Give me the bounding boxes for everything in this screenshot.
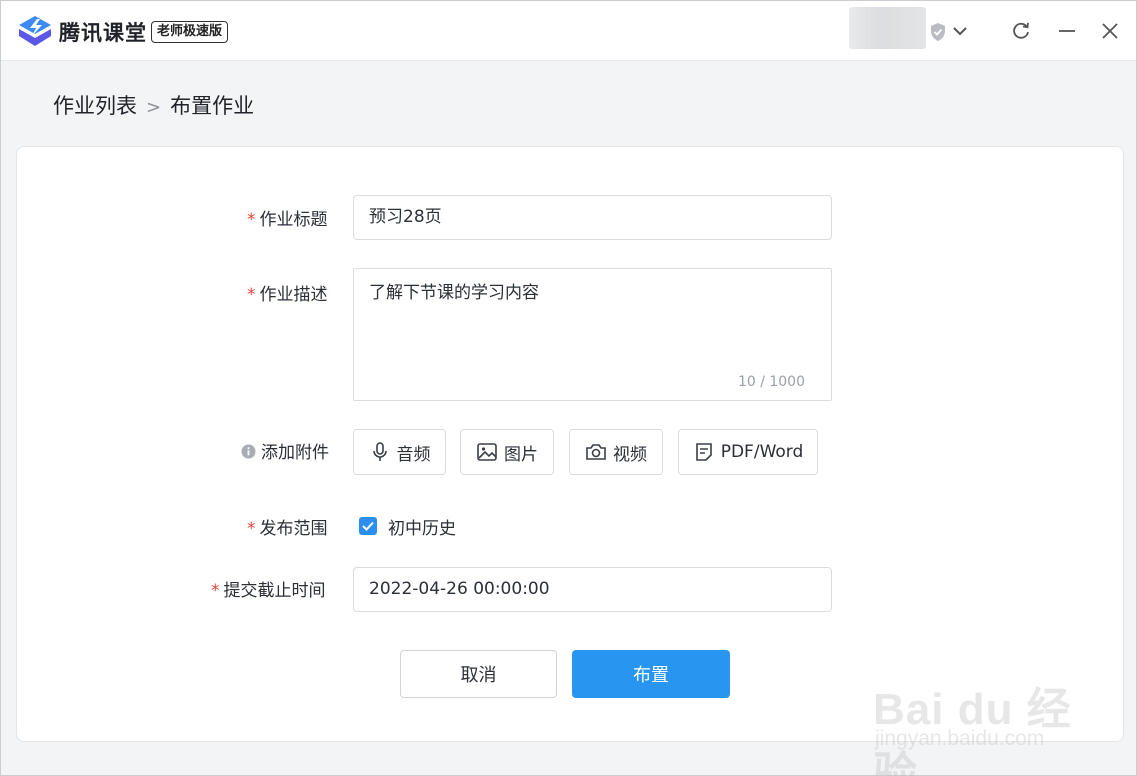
required-mark: * (211, 581, 220, 601)
title-bar: 腾讯课堂 老师极速版 (1, 1, 1136, 61)
title-label: * 作业标题 (247, 210, 328, 230)
breadcrumb-homework-list[interactable]: 作业列表 (53, 94, 137, 118)
required-mark: * (247, 210, 256, 230)
char-counter: 10 / 1000 (737, 374, 805, 390)
checkmark-icon (362, 521, 374, 531)
attachments-label: 添加附件 (241, 438, 329, 463)
close-icon[interactable] (1100, 21, 1120, 41)
homework-form-card: * 作业标题 预习28页 * 作业描述 了解下节课的学习内容 10 / 1000 添… (16, 146, 1124, 742)
cancel-button[interactable]: 取消 (400, 650, 557, 698)
tencent-classroom-logo-icon (19, 16, 51, 46)
scope-option-label[interactable]: 初中历史 (388, 514, 456, 539)
shield-icon (931, 23, 945, 41)
breadcrumb-current: 布置作业 (170, 94, 255, 118)
homework-title-input[interactable]: 预习28页 (353, 195, 832, 240)
edition-badge: 老师极速版 (151, 21, 229, 43)
scope-label: * 发布范围 (247, 519, 328, 539)
info-icon (241, 444, 256, 459)
app-window: 腾讯课堂 老师极速版 作业列表 > 布置作业 * 作业标题 预习28页 * 作业… (0, 0, 1137, 776)
required-mark: * (247, 285, 256, 305)
breadcrumb-separator: > (146, 97, 162, 118)
add-image-button[interactable]: 图片 (460, 429, 554, 475)
add-document-button[interactable]: PDF/Word (678, 429, 818, 475)
description-text: 了解下节课的学习内容 (369, 283, 539, 303)
required-mark: * (247, 519, 256, 539)
refresh-icon[interactable] (1011, 21, 1031, 41)
chevron-down-icon[interactable] (952, 24, 968, 38)
user-avatar[interactable] (849, 7, 926, 49)
homework-description-textarea[interactable]: 了解下节课的学习内容 10 / 1000 (353, 268, 832, 401)
breadcrumb: 作业列表 > 布置作业 (53, 90, 254, 120)
assign-button[interactable]: 布置 (572, 650, 730, 698)
image-icon (477, 443, 497, 461)
description-label: * 作业描述 (247, 285, 328, 305)
scope-checkbox[interactable] (359, 517, 377, 535)
microphone-icon (372, 442, 387, 461)
document-icon (695, 443, 712, 461)
add-video-button[interactable]: 视频 (569, 429, 663, 475)
add-audio-button[interactable]: 音频 (353, 429, 446, 475)
deadline-input[interactable]: 2022-04-26 00:00:00 (353, 567, 832, 612)
minimize-icon[interactable] (1057, 21, 1077, 41)
camera-icon (586, 444, 606, 460)
app-title: 腾讯课堂 (59, 21, 147, 45)
deadline-label: * 提交截止时间 (211, 581, 326, 601)
